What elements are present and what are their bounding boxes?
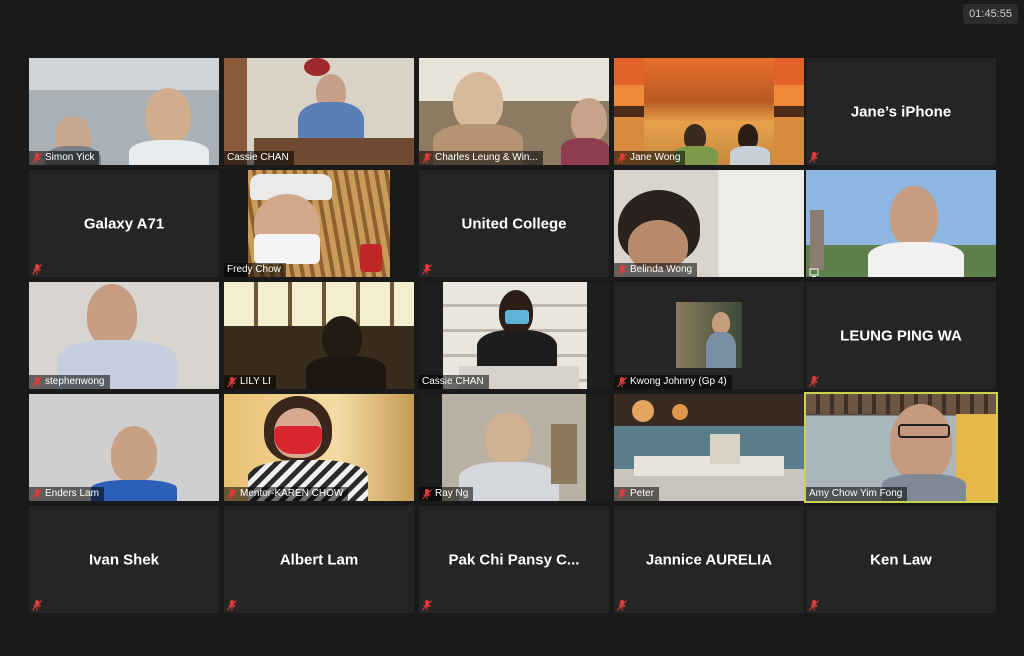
muted-mic-icon	[422, 488, 432, 500]
muted-mic-icon	[809, 376, 819, 387]
muted-mic-icon	[227, 600, 237, 611]
video-feed	[224, 58, 414, 165]
participant-tile-outdoor[interactable]	[806, 170, 996, 277]
participant-display-name: Pak Chi Pansy C...	[448, 551, 580, 568]
participant-name-label: Charles Leung & Win...	[419, 151, 543, 165]
muted-mic-icon	[422, 152, 432, 164]
participant-tile-jane-wong[interactable]: Jane Wong	[614, 58, 804, 165]
participant-display-name: Jane’s iPhone	[850, 103, 952, 120]
participant-tile-ivan-shek[interactable]: Ivan Shek	[29, 506, 219, 613]
participant-tile-stephenwong[interactable]: stephenwong	[29, 282, 219, 389]
participant-tile-janes-iphone[interactable]: Jane’s iPhone	[806, 58, 996, 165]
participant-display-name: LEUNG PING WA	[840, 327, 962, 344]
participant-tile-united-college[interactable]: United College	[419, 170, 609, 277]
muted-mic-icon	[227, 376, 237, 388]
participant-tile-peter[interactable]: Peter	[614, 394, 804, 501]
participant-name-label: Fredy Chow	[224, 263, 286, 277]
participant-display-name: Albert Lam	[279, 551, 359, 568]
video-feed	[224, 170, 414, 277]
participant-display-name: Ken Law	[870, 551, 932, 568]
participant-name-label: Amy Chow Yim Fong	[806, 487, 908, 501]
participant-tile-galaxy-a71[interactable]: Galaxy A71	[29, 170, 219, 277]
participant-display-name: Galaxy A71	[83, 215, 165, 232]
video-feed	[29, 394, 219, 501]
video-feed	[614, 58, 804, 165]
participant-name-label: Jane Wong	[614, 151, 686, 165]
video-feed	[806, 394, 996, 501]
muted-mic-icon	[809, 152, 819, 163]
participant-tile-leung-ping-wa[interactable]: LEUNG PING WA	[806, 282, 996, 389]
participant-name-label: Simon Yick	[29, 151, 100, 165]
participant-tile-charles-leung[interactable]: Charles Leung & Win...	[419, 58, 609, 165]
participant-name-label: Mentor-KAREN CHOW	[224, 487, 349, 501]
participant-name-label: LILY LI	[224, 375, 276, 389]
participant-display-name: Ivan Shek	[88, 551, 160, 568]
participant-tile-enders-lam[interactable]: Enders Lam	[29, 394, 219, 501]
meeting-timer: 01:45:55	[963, 4, 1018, 24]
screen-icon	[809, 265, 819, 277]
participant-tile-pak-chi-pansy[interactable]: Pak Chi Pansy C...	[419, 506, 609, 613]
video-feed	[419, 282, 609, 389]
video-feed	[806, 170, 996, 277]
muted-mic-icon	[32, 264, 42, 275]
participant-tile-lily-li[interactable]: LILY LI	[224, 282, 414, 389]
participant-name-label: Cassie CHAN	[224, 151, 294, 165]
muted-mic-icon	[227, 488, 237, 500]
participant-tile-ken-law[interactable]: Ken Law	[806, 506, 996, 613]
participant-name-label: Peter	[614, 487, 659, 501]
participant-tile-amy-chow-active-speaker[interactable]: Amy Chow Yim Fong	[804, 392, 998, 503]
muted-mic-icon	[422, 264, 432, 275]
participant-name-label: Enders Lam	[29, 487, 104, 501]
participant-tile-simon-yick[interactable]: Simon Yick	[29, 58, 219, 165]
participant-name-label: Kwong Johnny (Gp 4)	[614, 375, 732, 389]
participant-name-label: Cassie CHAN	[419, 375, 489, 389]
video-feed	[29, 58, 219, 165]
participant-name-label: stephenwong	[29, 375, 110, 389]
muted-mic-icon	[32, 152, 42, 164]
muted-mic-icon	[617, 376, 627, 388]
muted-mic-icon	[422, 600, 432, 611]
participant-tile-belinda-wong[interactable]: Belinda Wong	[614, 170, 804, 277]
muted-mic-icon	[809, 600, 819, 611]
muted-mic-icon	[32, 600, 42, 611]
participant-display-name: Jannice AURELIA	[645, 551, 773, 568]
video-feed	[614, 170, 804, 277]
participant-tile-karen-chow[interactable]: Mentor-KAREN CHOW	[224, 394, 414, 501]
participant-name-label: Ray Ng	[419, 487, 474, 501]
video-feed	[224, 282, 414, 389]
participant-tile-fredy-chow[interactable]: Fredy Chow	[224, 170, 414, 277]
participant-tile-cassie-chan-2[interactable]: Cassie CHAN	[419, 282, 609, 389]
video-feed	[29, 282, 219, 389]
muted-mic-icon	[617, 600, 627, 611]
participant-tile-cassie-chan-1[interactable]: Cassie CHAN	[224, 58, 414, 165]
participant-display-name: United College	[461, 215, 567, 232]
muted-mic-icon	[617, 152, 627, 164]
video-feed	[224, 394, 414, 501]
video-feed	[419, 394, 609, 501]
video-feed	[419, 58, 609, 165]
video-feed	[614, 394, 804, 501]
profile-photo	[676, 302, 742, 368]
muted-mic-icon	[617, 264, 627, 276]
muted-mic-icon	[32, 376, 42, 388]
participant-tile-ray-ng[interactable]: Ray Ng	[419, 394, 609, 501]
participant-tile-jannice-aurelia[interactable]: Jannice AURELIA	[614, 506, 804, 613]
muted-mic-icon	[32, 488, 42, 500]
participant-name-label: Belinda Wong	[614, 263, 698, 277]
participant-tile-albert-lam[interactable]: Albert Lam	[224, 506, 414, 613]
participant-tile-kwong-johnny[interactable]: Kwong Johnny (Gp 4)	[614, 282, 804, 389]
muted-mic-icon	[617, 488, 627, 500]
